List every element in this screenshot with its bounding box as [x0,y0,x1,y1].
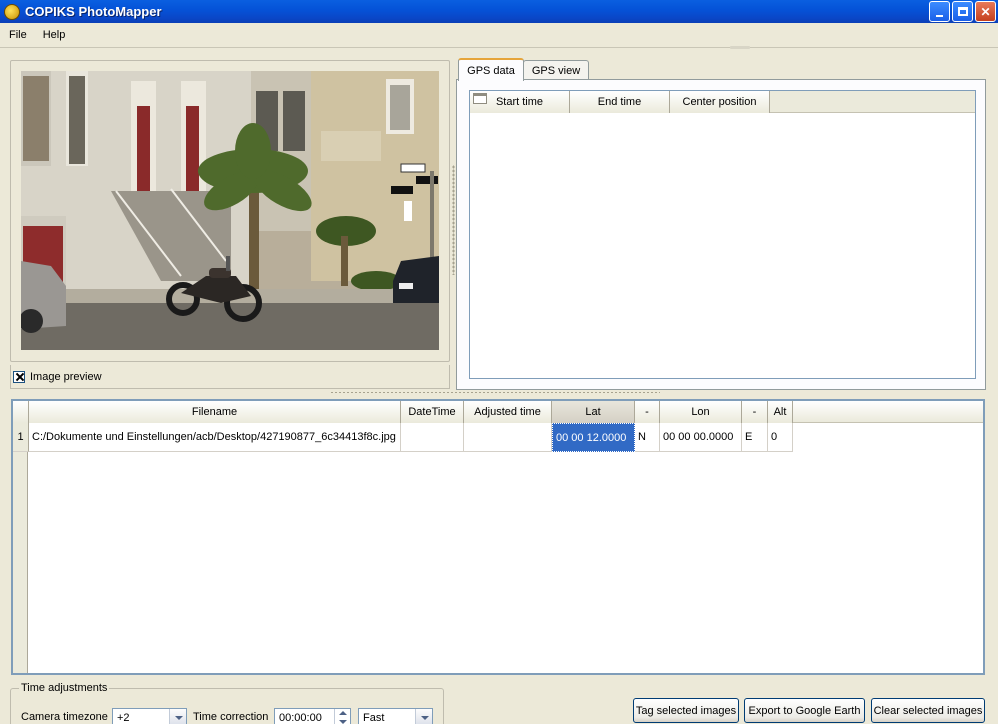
maximize-button[interactable] [952,1,973,22]
gps-table-header: Start time End time Center position [470,91,975,113]
gps-col-end-time[interactable]: End time [570,91,670,113]
speed-select[interactable]: Fast [358,708,433,724]
horizontal-splitter-handle[interactable] [330,391,660,394]
close-icon: ✕ [980,4,991,19]
preview-image [21,71,439,350]
cell-lat-dir[interactable]: N [635,423,660,452]
close-button[interactable]: ✕ [975,1,996,22]
street-photo-illustration [21,71,439,350]
col-datetime[interactable]: DateTime [401,401,464,423]
minimize-button[interactable] [929,1,950,22]
gps-col-center-position[interactable]: Center position [670,91,770,113]
image-preview-panel [10,60,450,362]
gps-col-start-time[interactable]: Start time [470,91,570,113]
time-adjustments-title: Time adjustments [19,682,110,694]
cell-filename[interactable]: C:/Dokumente und Einstellungen/acb/Deskt… [29,423,401,452]
minimize-icon [936,14,943,17]
tag-selected-images-button[interactable]: Tag selected images [633,698,739,723]
table-corner-icon [473,93,487,104]
col-filename[interactable]: Filename [29,401,401,423]
maximize-icon [957,7,968,16]
tab-gps-view[interactable]: GPS view [523,60,589,80]
col-lat-dir[interactable]: - [635,401,660,423]
speed-value: Fast [363,712,385,724]
menu-bar: File Help [0,23,998,48]
chevron-down-icon[interactable] [169,709,186,724]
cell-adjusted-time[interactable] [464,423,552,452]
row-number[interactable]: 1 [13,423,29,452]
menu-file[interactable]: File [0,29,35,41]
tab-gps-data[interactable]: GPS data [458,58,524,81]
row-header-column [13,423,28,673]
cell-lat[interactable]: 00 00 12.0000 [552,423,635,452]
spin-arrows-icon[interactable] [334,709,350,724]
images-table-header: Filename DateTime Adjusted time Lat - Lo… [13,401,983,423]
gps-tabs: GPS data GPS view Start time End time Ce… [456,58,986,390]
top-splitter-handle[interactable] [730,46,750,49]
time-adjustments-group: Time adjustments Camera timezone +2 Time… [10,682,444,724]
camera-timezone-label: Camera timezone [21,711,108,723]
cell-alt[interactable]: 0 [768,423,793,452]
image-preview-checkbox[interactable] [13,370,25,383]
menu-help[interactable]: Help [35,29,74,41]
clear-selected-images-button[interactable]: Clear selected images [871,698,985,723]
cell-datetime[interactable] [401,423,464,452]
gps-col-start-time-label: Start time [495,96,544,108]
col-lat[interactable]: Lat [552,401,635,423]
image-preview-label: Image preview [30,370,102,383]
col-alt[interactable]: Alt [768,401,793,423]
window-controls: ✕ [929,1,996,22]
col-lon[interactable]: Lon [660,401,742,423]
camera-timezone-value: +2 [117,712,130,724]
time-correction-value: 00:00:00 [279,712,322,724]
image-preview-toggle-row: Image preview [10,365,450,389]
camera-timezone-select[interactable]: +2 [112,708,187,724]
chevron-down-icon[interactable] [415,709,432,724]
col-adjusted-time[interactable]: Adjusted time [464,401,552,423]
cell-lon-dir[interactable]: E [742,423,768,452]
title-bar: COPIKS PhotoMapper ✕ [0,0,998,23]
time-correction-spinbox[interactable]: 00:00:00 [274,708,351,724]
window-title: COPIKS PhotoMapper [25,4,162,19]
col-lon-dir[interactable]: - [742,401,768,423]
vertical-splitter-handle[interactable] [452,165,455,275]
app-icon [4,3,20,20]
cell-lon[interactable]: 00 00 00.0000 [660,423,742,452]
export-google-earth-button[interactable]: Export to Google Earth [744,698,865,723]
time-correction-label: Time correction [193,711,269,723]
images-table-corner[interactable] [13,401,29,423]
gps-data-page: Start time End time Center position [456,79,986,390]
images-table[interactable]: Filename DateTime Adjusted time Lat - Lo… [11,399,985,675]
gps-data-table[interactable]: Start time End time Center position [469,90,976,379]
